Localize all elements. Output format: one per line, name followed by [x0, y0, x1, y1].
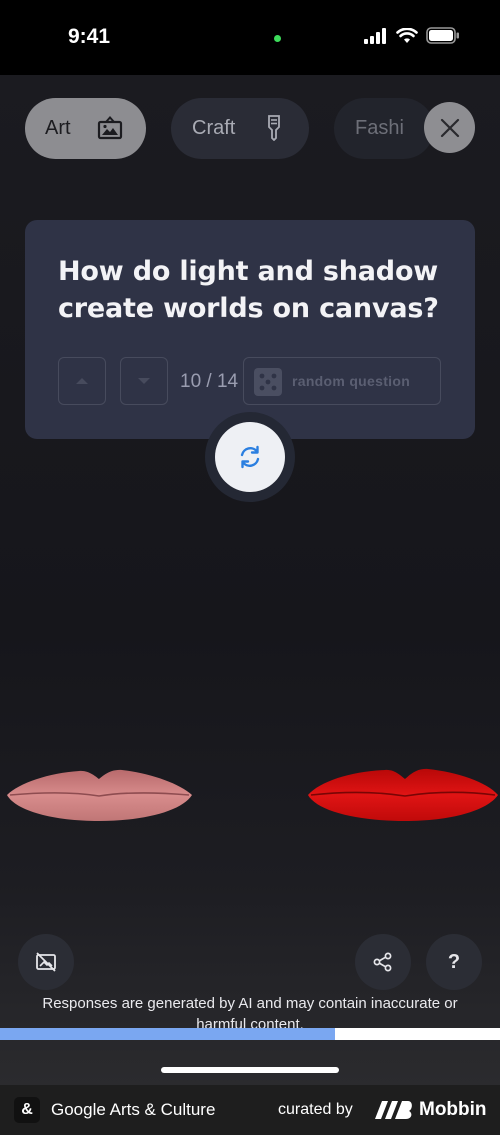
random-question-label: random question [292, 373, 411, 389]
frame-image-icon [97, 116, 123, 140]
close-icon [440, 118, 459, 137]
mobbin-logo-icon [375, 1101, 412, 1119]
caret-up-icon [76, 378, 88, 384]
progress-bar-fill [0, 1028, 335, 1040]
footer-brand: Mobbin [419, 1099, 487, 1120]
question-card: How do light and shadow create worlds on… [25, 220, 475, 439]
category-label-art: Art [45, 117, 71, 139]
category-label-fashion: Fashi [355, 117, 404, 139]
hide-image-button[interactable] [18, 934, 74, 990]
category-label-craft: Craft [192, 117, 236, 139]
dice-icon [254, 368, 282, 396]
image-off-icon [36, 952, 56, 972]
privacy-indicator-dot [274, 35, 281, 42]
brush-icon [268, 115, 280, 141]
footer-curated-by: curated by [278, 1101, 353, 1118]
share-icon [373, 952, 392, 972]
status-bar: 9:41 [0, 0, 500, 75]
close-button[interactable] [424, 102, 475, 153]
category-chip-art[interactable]: Art [25, 98, 146, 159]
help-icon: ? [447, 950, 461, 973]
random-question-button[interactable]: random question [243, 357, 441, 405]
share-button[interactable] [355, 934, 411, 990]
refresh-icon [240, 445, 260, 469]
question-text: How do light and shadow create worlds on… [58, 256, 439, 324]
progress-bar [0, 1028, 500, 1040]
app-content: Art Craft Fashi How do light and shadow … [0, 75, 500, 1085]
home-indicator[interactable] [161, 1067, 339, 1073]
battery-icon [426, 27, 459, 44]
status-icons [364, 27, 460, 44]
ai-disclaimer: Responses are generated by AI and may co… [42, 995, 458, 1029]
arts-culture-logo-icon: & [14, 1097, 40, 1123]
status-time: 9:41 [68, 25, 111, 48]
category-chip-craft[interactable]: Craft [171, 98, 309, 159]
category-chip-fashion[interactable]: Fashi [334, 98, 434, 159]
refresh-button[interactable] [215, 422, 285, 492]
question-counter: 10 / 14 [180, 371, 239, 392]
lips-image-left [7, 769, 192, 821]
previous-question-button[interactable] [58, 357, 106, 405]
wifi-icon [396, 27, 418, 43]
footer-app-name: Google Arts & Culture [51, 1100, 216, 1119]
caret-down-icon [138, 378, 150, 384]
signal-icon [364, 27, 386, 44]
footer-bar: & Google Arts & Culture curated by Mobbi… [0, 1085, 500, 1135]
help-button[interactable]: ? [426, 934, 482, 990]
lips-image-right [308, 768, 498, 821]
next-question-button[interactable] [120, 357, 168, 405]
